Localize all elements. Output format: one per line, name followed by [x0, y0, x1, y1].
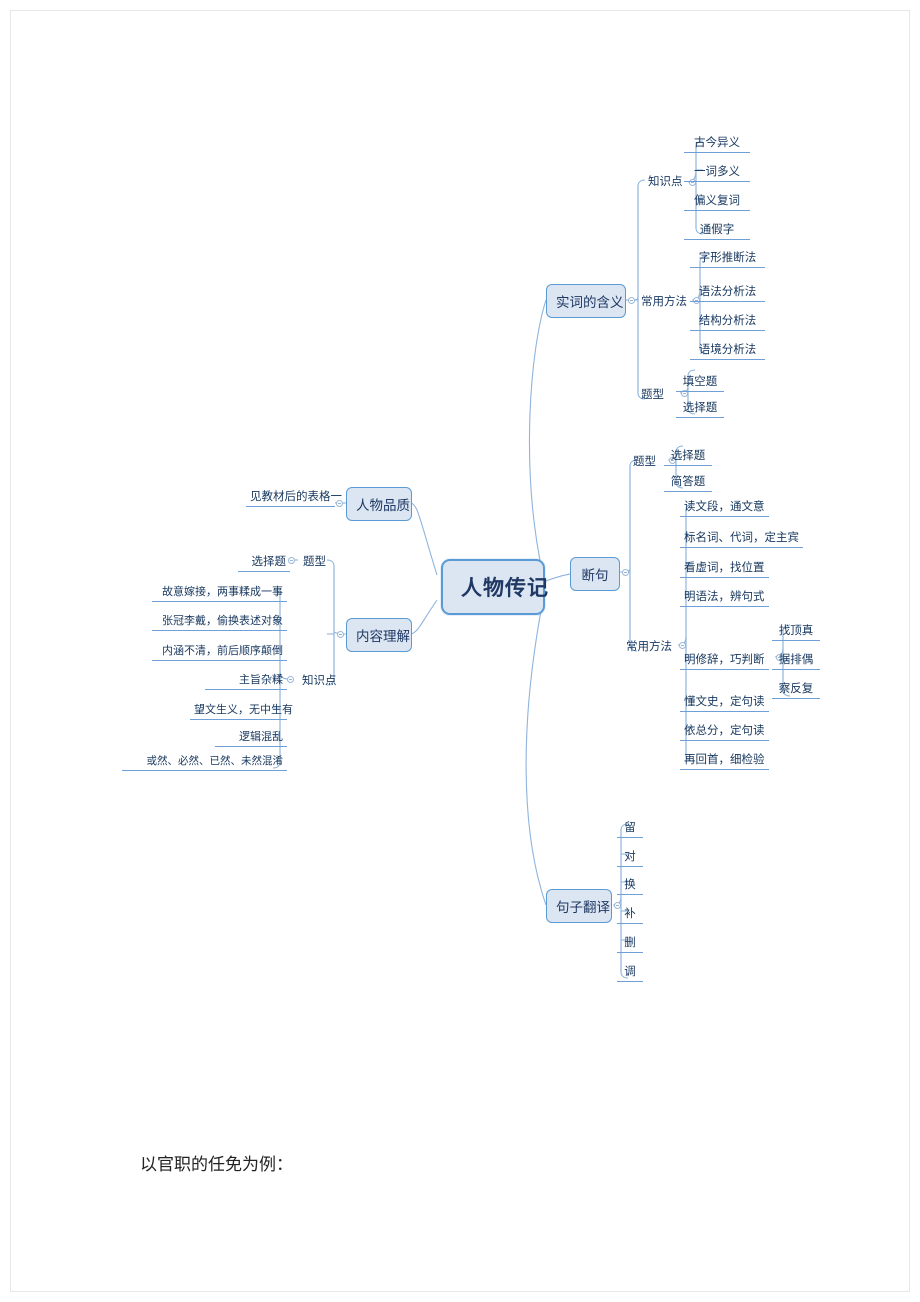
leaf-zhangguan-lidai[interactable]: 张冠李戴，偷换表述对象 [152, 611, 287, 631]
branch-node-juzi-fanyi[interactable]: 句子翻译 [546, 889, 612, 923]
group-label-shici-changyong-fangfa[interactable]: 常用方法 [638, 292, 690, 310]
leaf-fanyi-liu[interactable]: 留 [617, 818, 643, 838]
leaf-gujin-yiyi[interactable]: 古今异义 [684, 133, 750, 153]
leaf-fanyi-bu[interactable]: 补 [617, 904, 643, 924]
collapse-dot-shici[interactable] [628, 297, 635, 304]
collapse-dot-duanju-fangfa[interactable] [679, 642, 686, 649]
leaf-zixing-tuiduanfa[interactable]: 字形推断法 [690, 248, 765, 268]
group-label-neirong-tixing[interactable]: 题型 [300, 552, 329, 570]
branch-node-renwu-pinzhi[interactable]: 人物品质 [346, 487, 412, 521]
leaf-huoran-biran[interactable]: 或然、必然、已然、未然混淆 [122, 752, 287, 771]
mindmap-canvas: 人物传记 实词的含义 知识点 古今异义 一词多义 偏义复词 通假字 常用方法 字… [0, 0, 920, 1302]
collapse-dot-neirong-zhishidian[interactable] [287, 676, 294, 683]
leaf-guyi-jiajie[interactable]: 故意嫁接，两事糅成一事 [152, 582, 287, 602]
leaf-fanyi-huan[interactable]: 换 [617, 875, 643, 895]
collapse-dot-duanju[interactable] [622, 569, 629, 576]
leaf-jiegou-fenxifa[interactable]: 结构分析法 [690, 311, 765, 331]
branch-node-neirong-lijie[interactable]: 内容理解 [346, 618, 412, 652]
root-node-renwu-zhuanji[interactable]: 人物传记 [441, 559, 548, 615]
leaf-kan-xuci[interactable]: 看虚词，找位置 [680, 558, 769, 578]
leaf-zai-huishou[interactable]: 再回首，细检验 [680, 750, 769, 770]
leaf-ming-yufa[interactable]: 明语法，辨句式 [680, 587, 769, 607]
group-label-shici-zhishidian[interactable]: 知识点 [645, 172, 686, 190]
leaf-zhuzhi-zarong[interactable]: 主旨杂糅 [205, 670, 287, 690]
leaf-ju-paiou[interactable]: 据排偶 [772, 650, 820, 670]
leaf-yufa-fenxifa[interactable]: 语法分析法 [690, 282, 765, 302]
leaf-pianyi-fuci[interactable]: 偏义复词 [684, 191, 750, 211]
group-label-duanju-tixing[interactable]: 题型 [630, 452, 659, 470]
leaf-duanju-jiandati[interactable]: 简答题 [664, 472, 712, 492]
leaf-tongjiazi[interactable]: 通假字 [684, 220, 750, 240]
group-label-shici-tixing[interactable]: 题型 [638, 385, 667, 403]
page-caption-text: 以官职的任免为例： [140, 1155, 293, 1175]
leaf-wangwen-shengyi[interactable]: 望文生义，无中生有 [190, 700, 293, 720]
leaf-du-wenduan[interactable]: 读文段，通文意 [680, 497, 769, 517]
leaf-fanyi-diao[interactable]: 调 [617, 962, 643, 982]
leaf-neihan-buqing[interactable]: 内涵不清，前后顺序颠倒 [152, 641, 287, 661]
leaf-cha-fanfu[interactable]: 察反复 [772, 679, 820, 699]
collapse-dot-neirong-lijie[interactable] [337, 631, 344, 638]
group-label-neirong-zhishidian[interactable]: 知识点 [299, 671, 340, 689]
leaf-yujing-fenxifa[interactable]: 语境分析法 [690, 340, 765, 360]
leaf-yici-duoyi[interactable]: 一词多义 [684, 162, 750, 182]
leaf-fanyi-dui[interactable]: 对 [617, 847, 643, 867]
leaf-yi-zongfen[interactable]: 依总分，定句读 [680, 721, 769, 741]
leaf-tiankongti[interactable]: 填空题 [676, 372, 724, 392]
leaf-dong-wenshi[interactable]: 懂文史，定句读 [680, 692, 769, 712]
leaf-fanyi-shan[interactable]: 删 [617, 933, 643, 953]
group-label-duanju-changyong-fangfa[interactable]: 常用方法 [623, 637, 675, 655]
leaf-duanju-xuanzeti[interactable]: 选择题 [664, 446, 712, 466]
leaf-zhao-dingzhen[interactable]: 找顶真 [772, 621, 820, 641]
leaf-jian-jiaocai-biaoge[interactable]: 见教材后的表格一 [246, 487, 342, 507]
leaf-ming-xiuci[interactable]: 明修辞，巧判断 [680, 650, 769, 670]
leaf-biao-mingci[interactable]: 标名词、代词，定主宾 [680, 528, 803, 548]
branch-node-shici-de-hanyi[interactable]: 实词的含义 [546, 284, 626, 318]
leaf-neirong-xuanzeti[interactable]: 选择题 [238, 552, 290, 572]
leaf-xuanzeti-shici[interactable]: 选择题 [676, 398, 724, 418]
branch-node-duanju[interactable]: 断句 [570, 557, 620, 591]
leaf-luoji-hunluan[interactable]: 逻辑混乱 [215, 727, 287, 747]
